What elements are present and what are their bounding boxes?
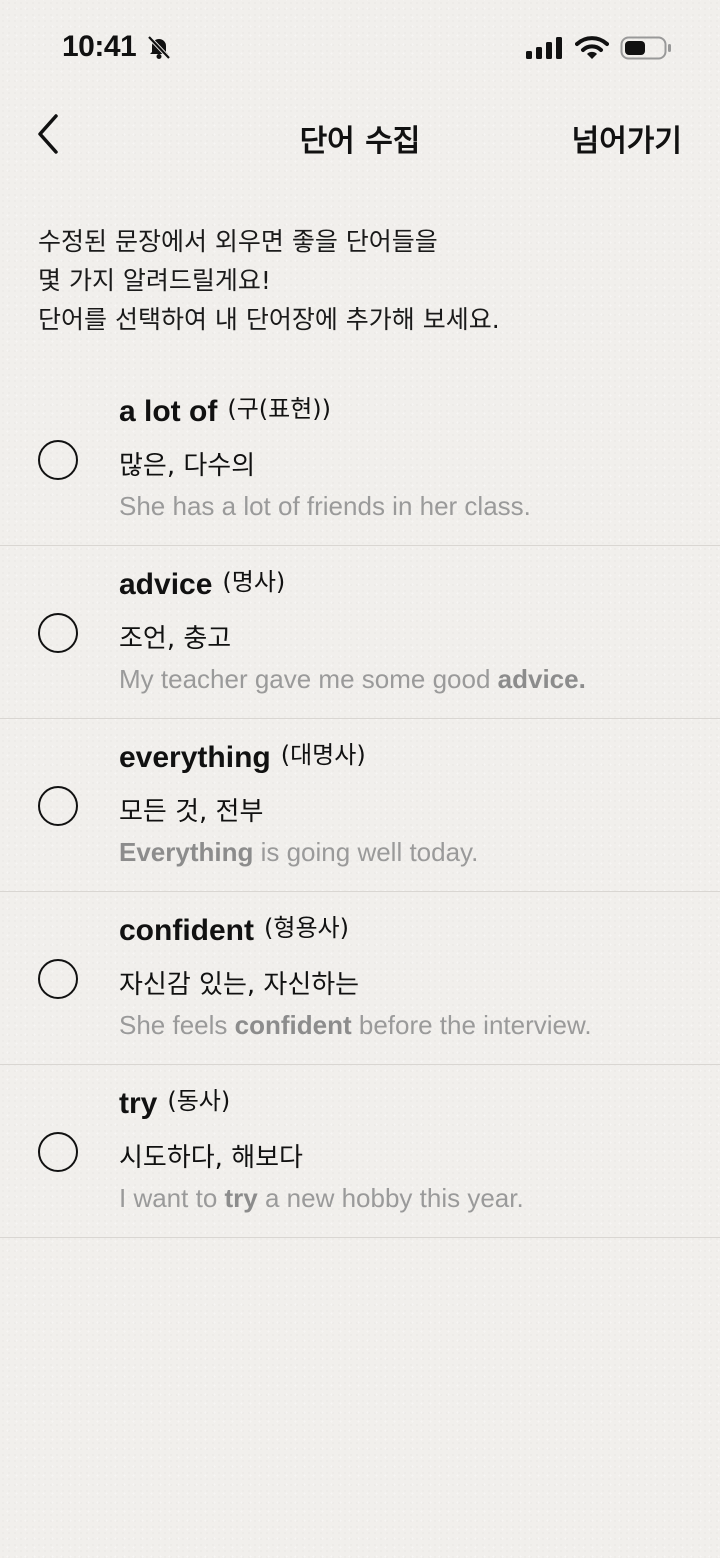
select-radio[interactable] [38, 440, 78, 480]
word-heading: try (동사) [119, 1085, 230, 1121]
navigation-bar: 단어 수집 넘어가기 [0, 96, 720, 176]
part-of-speech: (구(표현)) [227, 395, 332, 423]
word-text: try [119, 1087, 158, 1120]
status-bar: 10:41 [0, 0, 720, 96]
example-sentence: She has a lot of friends in her class. [119, 491, 531, 522]
example-sentence: I want to try a new hobby this year. [119, 1183, 524, 1214]
example-text: before the interview. [351, 1010, 592, 1040]
part-of-speech: (동사) [167, 1087, 231, 1115]
word-heading: advice (명사) [119, 566, 285, 602]
example-sentence: She feels confident before the interview… [119, 1010, 592, 1041]
word-item[interactable]: try (동사) 시도하다, 해보다 I want to try a new ho… [0, 1065, 720, 1238]
select-radio[interactable] [38, 1132, 78, 1172]
example-text: I want to [119, 1183, 225, 1213]
part-of-speech: (형용사) [264, 914, 349, 942]
word-item[interactable]: everything (대명사) 모든 것, 전부 Everything is g… [0, 719, 720, 892]
select-radio[interactable] [38, 613, 78, 653]
example-sentence: My teacher gave me some good advice. [119, 664, 586, 695]
word-item[interactable]: a lot of (구(표현)) 많은, 다수의 She has a lot of… [0, 373, 720, 546]
intro-text: 수정된 문장에서 외우면 좋을 단어들을 몇 가지 알려드릴게요! 단어를 선택… [38, 222, 678, 339]
word-text: everything [119, 741, 271, 774]
example-text: a new hobby this year. [257, 1183, 524, 1213]
word-meaning: 자신감 있는, 자신하는 [119, 970, 360, 1000]
example-text: She feels [119, 1010, 235, 1040]
signal-icon [526, 37, 562, 59]
word-heading: a lot of (구(표현)) [119, 393, 331, 429]
word-list: a lot of (구(표현)) 많은, 다수의 She has a lot of… [0, 373, 720, 1238]
example-sentence: Everything is going well today. [119, 837, 478, 868]
wifi-icon [575, 36, 609, 59]
word-item[interactable]: confident (형용사) 자신감 있는, 자신하는 She feels co… [0, 892, 720, 1065]
word-item[interactable]: advice (명사) 조언, 충고 My teacher gave me som… [0, 546, 720, 719]
word-meaning: 시도하다, 해보다 [119, 1143, 303, 1173]
skip-button[interactable]: 넘어가기 [572, 116, 682, 160]
word-heading: everything (대명사) [119, 739, 366, 775]
example-text: is going well today. [253, 837, 479, 867]
bell-slash-icon [147, 35, 171, 60]
example-text: My teacher gave me some good [119, 664, 498, 694]
example-text: She has a lot of friends in her class. [119, 491, 531, 521]
word-meaning: 많은, 다수의 [119, 451, 256, 481]
part-of-speech: (대명사) [280, 741, 366, 769]
select-radio[interactable] [38, 786, 78, 826]
word-text: a lot of [119, 395, 218, 428]
part-of-speech: (명사) [222, 568, 286, 596]
select-radio[interactable] [38, 959, 78, 999]
word-text: advice [119, 568, 213, 601]
intro-line: 몇 가지 알려드릴게요! [38, 266, 271, 295]
intro-line: 수정된 문장에서 외우면 좋을 단어들을 [38, 227, 438, 256]
example-highlight: confident [234, 1010, 352, 1040]
word-meaning: 조언, 충고 [119, 624, 232, 654]
word-heading: confident (형용사) [119, 912, 349, 948]
example-highlight: Everything [119, 837, 254, 867]
battery-icon [620, 36, 671, 60]
example-highlight: advice. [497, 664, 586, 694]
status-time: 10:41 [62, 30, 137, 63]
example-highlight: try [224, 1183, 258, 1213]
word-meaning: 모든 것, 전부 [119, 797, 264, 827]
intro-line: 단어를 선택하여 내 단어장에 추가해 보세요. [38, 305, 500, 334]
word-text: confident [119, 914, 254, 947]
